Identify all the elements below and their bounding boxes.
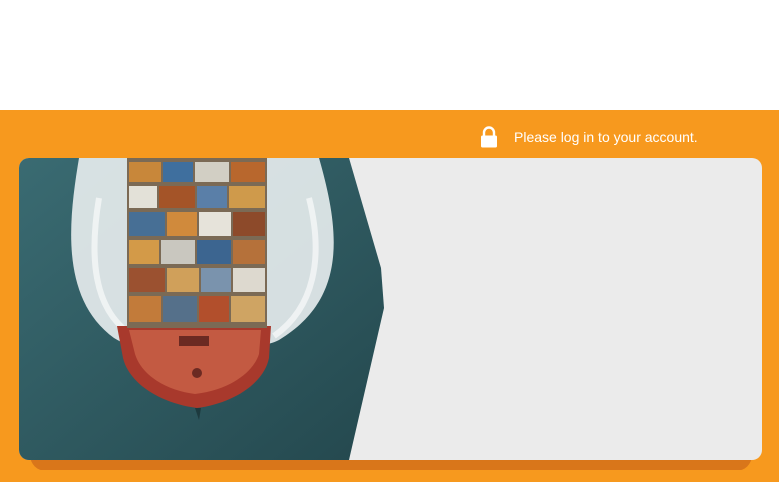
login-notice: Please log in to your account.: [480, 126, 698, 148]
lock-icon: [480, 126, 498, 148]
container-ship-image: [19, 158, 384, 460]
login-panel: [19, 158, 762, 460]
login-prompt-text: Please log in to your account.: [514, 129, 698, 145]
bottom-banner-strip: [0, 470, 779, 482]
top-blank-area: [0, 0, 779, 110]
